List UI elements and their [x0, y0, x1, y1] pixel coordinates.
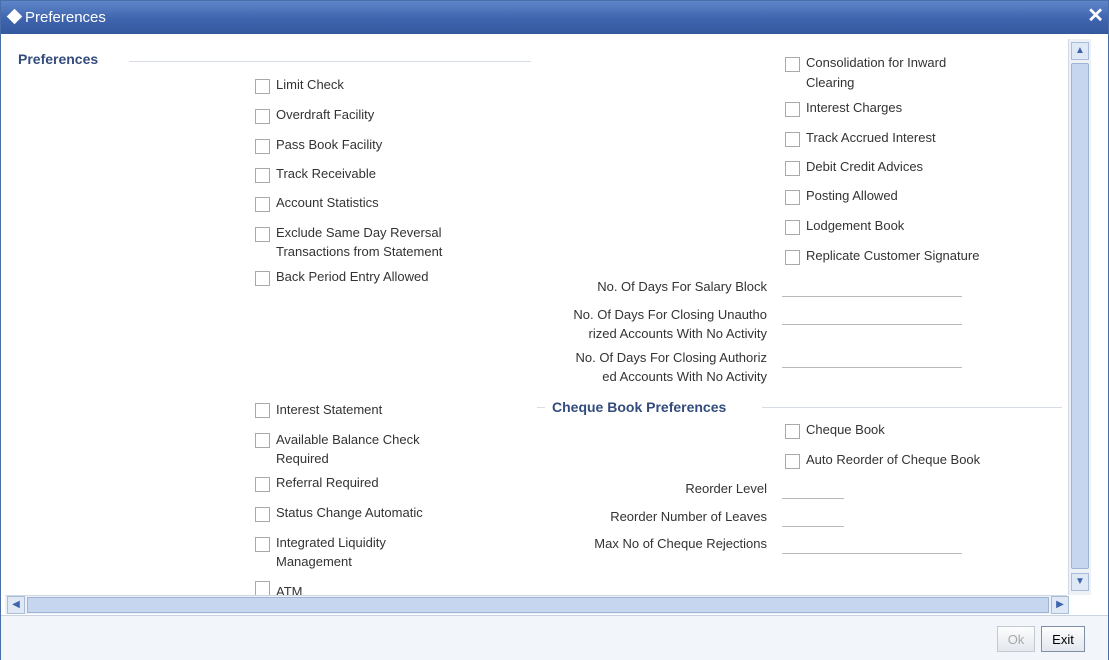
limit-check-checkbox[interactable]	[255, 79, 270, 94]
footer-bar: Ok Exit	[1, 615, 1108, 660]
track-receivable-checkbox[interactable]	[255, 168, 270, 183]
interest-charges-label: Interest Charges	[806, 100, 903, 115]
closing-authorized-days-label-line2: ed Accounts With No Activity	[602, 369, 767, 384]
vertical-scrollbar[interactable]: ▲ ▼	[1068, 39, 1091, 595]
exclude-same-day-reversal-label-line2: Transactions from Statement	[276, 244, 443, 259]
reorder-level-input[interactable]	[782, 481, 844, 499]
max-cheque-rejections-input[interactable]	[782, 536, 962, 554]
account-statistics-checkbox[interactable]	[255, 197, 270, 212]
debit-credit-advices-checkbox[interactable]	[785, 161, 800, 176]
posting-allowed-checkbox[interactable]	[785, 190, 800, 205]
scroll-left-icon[interactable]: ◀	[7, 596, 25, 614]
title-bar[interactable]: Preferences ✕	[1, 1, 1108, 34]
pass-book-facility-checkbox[interactable]	[255, 139, 270, 154]
limit-check-label: Limit Check	[276, 77, 344, 92]
lodgement-book-checkbox[interactable]	[785, 220, 800, 235]
back-period-entry-checkbox[interactable]	[255, 271, 270, 286]
atm-label: ATM	[276, 584, 303, 595]
account-statistics-label: Account Statistics	[276, 195, 379, 210]
scroll-up-icon[interactable]: ▲	[1071, 42, 1089, 60]
status-change-automatic-label: Status Change Automatic	[276, 505, 423, 520]
window-title: Preferences	[25, 9, 106, 26]
preferences-window: Preferences ✕ Preferences Limit Check Ov…	[0, 0, 1109, 660]
horizontal-scroll-thumb[interactable]	[27, 597, 1049, 613]
diamond-icon	[6, 8, 23, 25]
back-period-entry-label: Back Period Entry Allowed	[276, 269, 429, 284]
available-balance-check-checkbox[interactable]	[255, 433, 270, 448]
debit-credit-advices-label: Debit Credit Advices	[806, 159, 924, 174]
consolidation-inward-clearing-label-line2: Clearing	[806, 75, 855, 90]
close-icon[interactable]: ✕	[1087, 6, 1104, 26]
track-receivable-label: Track Receivable	[276, 166, 376, 181]
exclude-same-day-reversal-checkbox[interactable]	[255, 227, 270, 242]
pass-book-facility-label: Pass Book Facility	[276, 137, 383, 152]
referral-required-checkbox[interactable]	[255, 477, 270, 492]
integrated-liquidity-label-line1: Integrated Liquidity	[276, 535, 386, 550]
track-accrued-interest-checkbox[interactable]	[785, 132, 800, 147]
section-title-preferences: Preferences	[18, 51, 99, 67]
salary-block-days-label: No. Of Days For Salary Block	[597, 279, 767, 294]
interest-statement-checkbox[interactable]	[255, 403, 270, 418]
closing-authorized-days-input[interactable]	[782, 350, 962, 368]
posting-allowed-label: Posting Allowed	[806, 188, 898, 203]
closing-unauthorized-days-input[interactable]	[782, 307, 962, 325]
scroll-right-icon[interactable]: ▶	[1051, 596, 1069, 614]
ok-button[interactable]: Ok	[997, 626, 1035, 652]
scroll-down-icon[interactable]: ▼	[1071, 573, 1089, 591]
max-cheque-rejections-label: Max No of Cheque Rejections	[594, 536, 767, 551]
preferences-panel: Preferences Limit Check Overdraft Facili…	[5, 39, 1067, 595]
status-change-automatic-checkbox[interactable]	[255, 507, 270, 522]
closing-unauthorized-days-label-line1: No. Of Days For Closing Unautho	[573, 307, 767, 322]
salary-block-days-input[interactable]	[782, 279, 962, 297]
atm-checkbox[interactable]	[255, 581, 270, 595]
horizontal-scrollbar[interactable]: ◀ ▶	[5, 595, 1069, 614]
section-divider	[129, 61, 531, 62]
reorder-level-label: Reorder Level	[685, 481, 767, 496]
available-balance-check-label-line1: Available Balance Check	[276, 432, 420, 447]
lodgement-book-label: Lodgement Book	[806, 218, 905, 233]
track-accrued-interest-label: Track Accrued Interest	[806, 130, 936, 145]
closing-authorized-days-label-line1: No. Of Days For Closing Authoriz	[575, 350, 767, 365]
section-title-cheque-book: Cheque Book Preferences	[552, 399, 727, 415]
overdraft-facility-label: Overdraft Facility	[276, 107, 375, 122]
auto-reorder-cheque-book-checkbox[interactable]	[785, 454, 800, 469]
cheque-divider-right	[762, 407, 1062, 408]
replicate-customer-signature-checkbox[interactable]	[785, 250, 800, 265]
referral-required-label: Referral Required	[276, 475, 379, 490]
available-balance-check-label-line2: Required	[276, 451, 329, 466]
closing-unauthorized-days-label-line2: rized Accounts With No Activity	[588, 326, 767, 341]
cheque-book-checkbox[interactable]	[785, 424, 800, 439]
auto-reorder-cheque-book-label: Auto Reorder of Cheque Book	[806, 452, 981, 467]
overdraft-facility-checkbox[interactable]	[255, 109, 270, 124]
replicate-customer-signature-label: Replicate Customer Signature	[806, 248, 980, 263]
cheque-divider-left	[537, 407, 545, 408]
reorder-leaves-label: Reorder Number of Leaves	[610, 509, 767, 524]
cheque-book-label: Cheque Book	[806, 422, 885, 437]
integrated-liquidity-checkbox[interactable]	[255, 537, 270, 552]
exit-button[interactable]: Exit	[1041, 626, 1085, 652]
integrated-liquidity-label-line2: Management	[276, 554, 352, 569]
interest-charges-checkbox[interactable]	[785, 102, 800, 117]
consolidation-inward-clearing-checkbox[interactable]	[785, 57, 800, 72]
consolidation-inward-clearing-label-line1: Consolidation for Inward	[806, 55, 947, 70]
interest-statement-label: Interest Statement	[276, 402, 383, 417]
exclude-same-day-reversal-label-line1: Exclude Same Day Reversal	[276, 225, 442, 240]
reorder-leaves-input[interactable]	[782, 509, 844, 527]
vertical-scroll-thumb[interactable]	[1071, 63, 1089, 569]
